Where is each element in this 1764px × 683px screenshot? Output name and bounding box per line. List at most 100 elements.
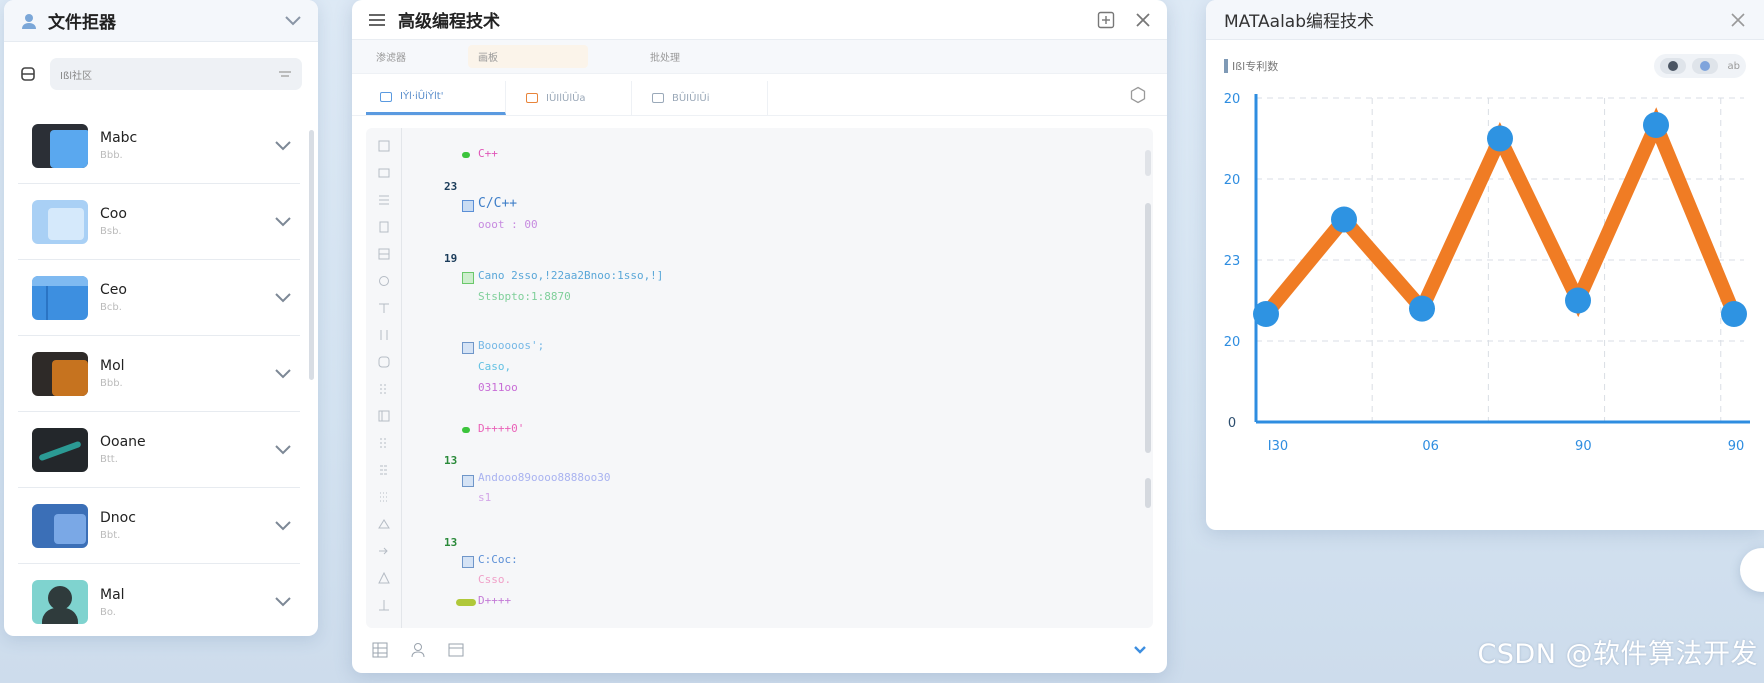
search-row: Ißl社区 [4, 42, 318, 106]
chart-panel-title: MATAalab编程技术 [1224, 12, 1375, 32]
search-placeholder: Ißl社区 [60, 70, 93, 82]
tab-editor[interactable]: IÝl·i­ÛiÝlt­' [366, 81, 506, 115]
line-marker: 13 [444, 536, 458, 549]
line-marker: 23 [444, 180, 458, 193]
cube-icon[interactable] [1129, 86, 1147, 104]
gutter-icon [366, 348, 401, 375]
item-name: Ooane [100, 434, 146, 450]
item-subtitle: Btt. [100, 454, 118, 465]
editor-gutter [366, 128, 402, 628]
file-icon [380, 91, 392, 102]
chevron-down-icon[interactable] [274, 140, 292, 152]
menu-item-batch[interactable]: 批处理 [640, 45, 690, 68]
y-tick-label: 20 [1224, 173, 1241, 188]
code-editor[interactable]: C++ 23 C/C++ ooot : 00 19 Cano 2sso,!22a… [366, 128, 1153, 628]
filter-icon[interactable] [278, 70, 292, 78]
data-point [1565, 287, 1591, 314]
bullet-icon [456, 599, 476, 606]
toggle-light[interactable] [1691, 58, 1718, 74]
search-input[interactable]: Ißl社区 [50, 58, 302, 90]
chevron-down-icon[interactable] [274, 520, 292, 532]
toggle-dark[interactable] [1659, 58, 1686, 74]
chevron-down-icon[interactable] [274, 216, 292, 228]
file-icon [462, 272, 474, 284]
code-line: C/C++ [478, 196, 518, 211]
add-window-icon[interactable] [1097, 11, 1115, 29]
chevron-down-icon[interactable] [274, 368, 292, 380]
watermark: CSDN @软件算法开发 [1477, 639, 1758, 670]
scrollbar-lower[interactable] [1145, 478, 1151, 508]
scrollbar[interactable] [1145, 203, 1151, 453]
view-toggles: ab [1653, 54, 1746, 78]
chevron-down-icon[interactable] [274, 444, 292, 456]
scrollbar-top[interactable] [1145, 150, 1151, 176]
list-item[interactable]: Ceo Bcb. [18, 260, 300, 336]
chart-toolbar: Ißl专利数 ab [1206, 40, 1764, 92]
file-thumbnail [32, 503, 88, 548]
file-thumbnail [32, 199, 88, 244]
list-item[interactable]: Dnoc Bbt. [18, 488, 300, 564]
gutter-icon [366, 483, 401, 510]
y-tick-label: 20 [1224, 335, 1241, 350]
editor-footer [352, 627, 1167, 673]
code-line: C:Coc: [478, 553, 518, 566]
folder-icon[interactable] [20, 66, 36, 82]
code-line: Cano 2sso,!22aa2Bnoo:1sso,!] [478, 269, 664, 282]
code-line: s1 [478, 491, 492, 504]
avatar [32, 580, 88, 624]
list-item[interactable]: Mabc Bbb. [18, 108, 300, 184]
floating-circle-button[interactable] [1740, 548, 1764, 592]
image-icon[interactable] [448, 642, 464, 658]
chevron-down-icon[interactable] [284, 15, 302, 27]
file-thumbnail [32, 123, 88, 168]
gutter-icon [366, 456, 401, 483]
item-subtitle: Bbb. [100, 378, 123, 389]
code-line: Boooooos'; [478, 339, 545, 352]
menu-bar: 渗滤器 画板 批处理 [352, 40, 1167, 74]
bullet-icon [462, 427, 470, 433]
y-tick-label: 0 [1228, 416, 1236, 431]
gutter-icon [366, 402, 401, 429]
code-line: ooot : 00 [478, 218, 538, 231]
file-manager-header: 文件拒器 [4, 0, 318, 42]
code-line: C++ [478, 147, 498, 160]
chart-panel: MATAalab编程技术 Ißl专利数 ab 0 20 23 20 20 I30 06 90 9… [1206, 0, 1764, 530]
gutter-icon [366, 375, 401, 402]
bullet-icon [462, 152, 470, 158]
chevron-down-icon[interactable] [1133, 645, 1147, 655]
list-item[interactable]: Coo Bsb. [18, 184, 300, 260]
chevron-down-icon[interactable] [274, 596, 292, 608]
menu-label: 渗滤器 [376, 53, 406, 64]
file-thumbnail [32, 351, 88, 396]
user-icon[interactable] [20, 12, 38, 30]
code-line: D++++ [478, 594, 512, 607]
scrollbar[interactable] [309, 130, 314, 380]
tab-second[interactable]: IÛIlÛlÛa [512, 81, 632, 115]
data-point [1331, 206, 1357, 233]
line-marker: 19 [444, 252, 458, 265]
file-manager-title: 文件拒器 [48, 13, 116, 33]
list-item[interactable]: Ooane Btt. [18, 412, 300, 488]
tab-third[interactable]: BÛIÛIÛi [638, 81, 768, 115]
toggle-text: ab [1727, 60, 1740, 72]
gutter-icon [366, 564, 401, 591]
gutter-icon [366, 159, 401, 186]
menu-item-filter[interactable]: 渗滤器 [366, 45, 416, 68]
data-point [1409, 295, 1435, 322]
menu-icon[interactable] [368, 13, 386, 27]
chevron-down-icon[interactable] [274, 292, 292, 304]
grid-icon[interactable] [372, 642, 388, 658]
user-icon[interactable] [410, 642, 426, 658]
list-item[interactable]: Mal Bo. [18, 564, 300, 636]
code-line: Caso, [478, 360, 512, 373]
file-list: Mabc Bbb. Coo Bsb. Ceo Bcb. Mol Bbb. Ooa… [18, 108, 300, 636]
list-item[interactable]: Mol Bbb. [18, 336, 300, 412]
close-icon[interactable] [1135, 12, 1151, 28]
menu-label: 批处理 [650, 53, 680, 64]
close-icon[interactable] [1730, 12, 1746, 28]
chart-label-text: Ißl专利数 [1232, 60, 1279, 73]
menu-item-canvas[interactable]: 画板 [468, 45, 588, 68]
tab-label: IÛIlÛlÛa [546, 92, 586, 104]
chart-label: Ißl专利数 [1224, 58, 1654, 74]
code-line: D++++0' [478, 422, 525, 435]
